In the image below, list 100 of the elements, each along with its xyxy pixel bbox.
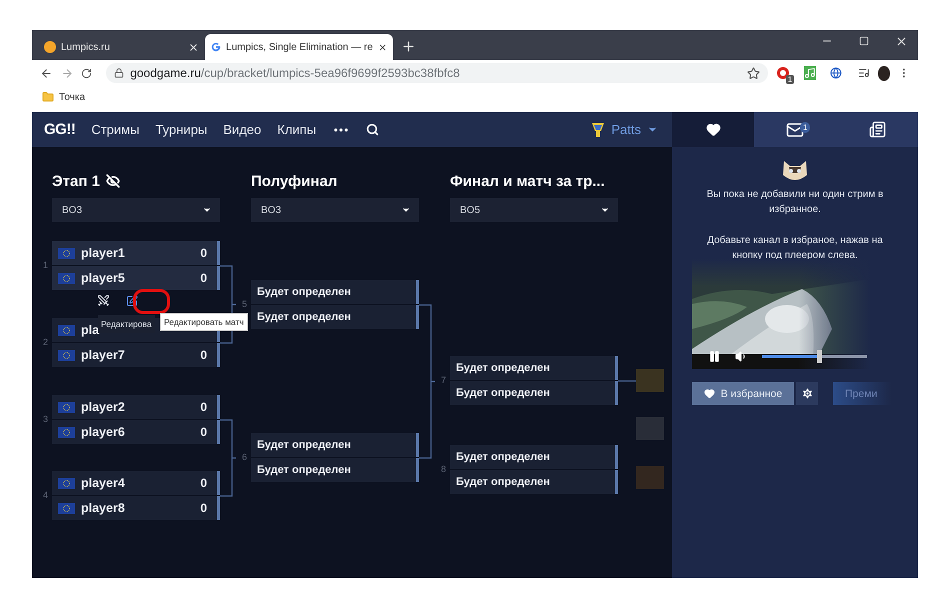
site-logo[interactable]: GG!! bbox=[44, 121, 76, 138]
favorite-button[interactable]: В избранное bbox=[692, 382, 794, 405]
close-icon[interactable] bbox=[188, 42, 199, 52]
match-number: 1 bbox=[43, 260, 48, 270]
reload-icon[interactable] bbox=[81, 66, 92, 80]
player-row[interactable]: player7 0 bbox=[52, 343, 220, 367]
slider-thumb[interactable] bbox=[816, 350, 822, 363]
player-name: player8 bbox=[81, 501, 125, 515]
user-avatar-icon bbox=[591, 120, 606, 138]
sidebar-tab[interactable] bbox=[836, 112, 918, 147]
favicon-icon bbox=[44, 41, 56, 53]
round-title: Этап 1 bbox=[52, 172, 100, 190]
player-row[interactable]: Будет определен bbox=[251, 280, 419, 304]
match-number: 8 bbox=[441, 464, 446, 474]
search-icon[interactable] bbox=[366, 123, 380, 136]
address-bar[interactable]: goodgame.ru/cup/bracket/lumpics-5ea96f9699f2593bc38fbfc8 bbox=[106, 63, 768, 83]
cat-icon bbox=[781, 159, 809, 183]
player-score: 0 bbox=[200, 348, 207, 362]
player-score: 0 bbox=[200, 425, 207, 439]
pause-icon[interactable] bbox=[708, 350, 721, 363]
tooltip: Редактирова bbox=[98, 315, 155, 333]
maximize-icon[interactable] bbox=[859, 36, 869, 46]
gear-icon bbox=[800, 387, 814, 400]
player-score: 0 bbox=[200, 400, 207, 414]
match-number: 3 bbox=[43, 414, 48, 424]
settings-button[interactable] bbox=[796, 382, 818, 405]
bookmark-link[interactable]: Точка bbox=[59, 92, 86, 102]
player-name: player5 bbox=[81, 271, 125, 285]
player-row[interactable]: Будет определен bbox=[450, 470, 618, 494]
player-row[interactable]: player5 0 bbox=[52, 266, 220, 290]
nav-link[interactable]: Клипы bbox=[277, 122, 316, 137]
player-name: player1 bbox=[81, 246, 125, 260]
player-row[interactable]: Будет определен bbox=[251, 433, 419, 457]
edit-icon[interactable] bbox=[126, 294, 138, 306]
player-name: Будет определен bbox=[456, 387, 550, 399]
nav-link[interactable]: Видео bbox=[223, 122, 262, 137]
lock-icon bbox=[114, 68, 124, 78]
round-title: Финал и матч за тр... bbox=[450, 172, 605, 190]
connector-line bbox=[618, 380, 636, 382]
heart-icon bbox=[706, 122, 720, 137]
tab-title: Lumpics.ru bbox=[61, 42, 111, 52]
format-select[interactable]: BO3 bbox=[251, 198, 419, 222]
unread-badge: 1 bbox=[800, 122, 810, 133]
match-number: 6 bbox=[242, 452, 248, 462]
swords-icon[interactable] bbox=[97, 294, 110, 307]
player-name: Будет определен bbox=[257, 286, 351, 298]
player-name: Будет определен bbox=[257, 439, 351, 451]
player-row[interactable]: player2 0 bbox=[52, 395, 220, 419]
player-score: 0 bbox=[200, 246, 207, 260]
nav-link[interactable]: Стримы bbox=[91, 122, 140, 137]
player-name: pla bbox=[81, 323, 100, 337]
player-score: 0 bbox=[200, 476, 207, 490]
match-number: 5 bbox=[242, 299, 248, 309]
player-row[interactable]: player1 0 bbox=[52, 241, 220, 265]
volume-icon[interactable] bbox=[735, 350, 748, 363]
music-icon[interactable] bbox=[804, 66, 816, 80]
player-score: 0 bbox=[200, 271, 207, 285]
player-name: Будет определен bbox=[456, 451, 550, 463]
player-row[interactable]: player8 0 bbox=[52, 496, 220, 520]
sidebar-tab[interactable] bbox=[672, 112, 754, 147]
empty-message: Вы пока не добавили ни один стрим в избранное. bbox=[706, 188, 884, 217]
match-number: 4 bbox=[43, 490, 48, 500]
format-select[interactable]: BO3 bbox=[52, 198, 220, 222]
news-icon bbox=[868, 121, 886, 138]
folder-icon bbox=[42, 91, 54, 103]
tooltip: Редактировать матч bbox=[160, 313, 248, 331]
player-name: Будет определен bbox=[456, 362, 550, 374]
sidebar-tab[interactable]: 1 bbox=[754, 112, 836, 147]
player-row[interactable]: Будет определен bbox=[450, 381, 618, 405]
tab-title: Lumpics, Single Elimination — re bbox=[226, 42, 373, 52]
player-name: player4 bbox=[81, 476, 125, 490]
player-row[interactable]: Будет определен bbox=[251, 305, 419, 329]
match-number: 2 bbox=[43, 337, 48, 347]
playlist-icon[interactable] bbox=[858, 66, 870, 80]
browser-tab[interactable]: Lumpics.ru bbox=[38, 34, 205, 60]
hidden-icon[interactable] bbox=[106, 174, 120, 188]
format-select[interactable]: BO5 bbox=[450, 198, 618, 222]
globe-icon[interactable] bbox=[830, 66, 842, 80]
close-icon[interactable] bbox=[895, 34, 908, 48]
player-name: player2 bbox=[81, 400, 125, 414]
player-row[interactable]: Будет определен bbox=[450, 445, 618, 469]
browser-tab[interactable]: Lumpics, Single Elimination — re bbox=[205, 34, 393, 60]
player-score: 0 bbox=[200, 501, 207, 515]
player-name: player7 bbox=[81, 348, 125, 362]
round-title: Полуфинал bbox=[251, 172, 338, 190]
avatar-icon[interactable] bbox=[878, 66, 890, 80]
player-name: Будет определен bbox=[257, 464, 351, 476]
heart-icon bbox=[704, 388, 715, 399]
player-row[interactable]: player4 0 bbox=[52, 471, 220, 495]
star-icon[interactable] bbox=[747, 66, 760, 80]
match-number: 7 bbox=[441, 375, 446, 385]
player-row[interactable]: Будет определен bbox=[251, 458, 419, 482]
player-row[interactable]: Будет определен bbox=[450, 356, 618, 380]
player-name: player6 bbox=[81, 425, 125, 439]
player-name: Будет определен bbox=[257, 311, 351, 323]
new-tab-icon[interactable] bbox=[401, 39, 416, 54]
player-row[interactable]: player6 0 bbox=[52, 420, 220, 444]
nav-link[interactable]: Турниры bbox=[155, 122, 208, 137]
google-icon bbox=[211, 41, 222, 53]
user-menu[interactable]: Patts bbox=[591, 120, 658, 138]
